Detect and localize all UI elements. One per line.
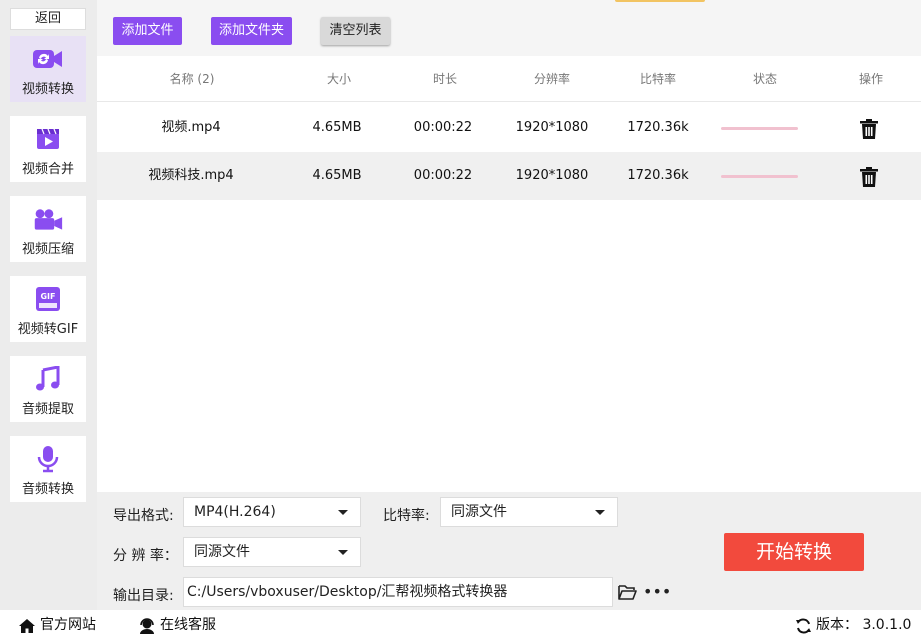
cell-duration: 00:00:22 <box>413 120 473 135</box>
sidebar-item-label: 音频提取 <box>21 402 74 417</box>
settings-panel: 导出格式: MP4(H.264) 比特率: 同源文件 分 辨 率： 同源文件 输… <box>97 492 921 610</box>
status-progress-bar <box>721 127 798 130</box>
cell-name: 视频科技.mp4 <box>148 168 234 183</box>
svg-text:GIF: GIF <box>40 292 55 301</box>
table-row[interactable]: 视频.mp4 4.65MB 00:00:22 1920*1080 1720.36… <box>97 104 921 152</box>
sidebar-item-label: 视频转换 <box>21 82 74 97</box>
cell-name: 视频.mp4 <box>161 120 221 135</box>
chevron-down-icon <box>338 510 348 515</box>
format-label: 导出格式: <box>113 508 174 524</box>
support-label: 在线客服 <box>160 617 216 633</box>
column-header-bitrate[interactable]: 比特率 <box>623 56 693 102</box>
resolution-select-value: 同源文件 <box>194 544 250 560</box>
sidebar-item-label: 视频合并 <box>21 162 74 177</box>
table-header: 名称 (2) 大小 时长 分辨率 比特率 状态 操作 <box>97 56 921 102</box>
app-window: 返回 视频转换 视频合并 视频压缩 GIF 视频转GIF 音频提取 音频转换 添… <box>0 0 921 641</box>
column-header-actions: 操作 <box>858 72 883 86</box>
refresh-icon <box>796 618 811 633</box>
gif-icon: GIF <box>33 286 63 312</box>
column-header-name[interactable]: 名称 (2) <box>142 56 242 102</box>
column-header-status: 状态 <box>752 72 777 86</box>
back-button[interactable]: 返回 <box>10 8 86 30</box>
sidebar-item-video-merge[interactable]: 视频合并 <box>10 116 86 182</box>
output-dir-label: 输出目录: <box>113 588 174 604</box>
cell-size: 4.65MB <box>312 168 362 183</box>
sidebar-item-label: 视频转GIF <box>17 322 79 337</box>
footer: 官方网站 在线客服 版本： 3.0.1.0 <box>0 610 921 641</box>
folder-open-icon[interactable] <box>618 584 637 604</box>
sidebar-item-audio-convert[interactable]: 音频转换 <box>10 436 86 502</box>
cell-bitrate: 1720.36k <box>627 120 689 135</box>
bitrate-label: 比特率: <box>383 508 430 524</box>
format-select-value: MP4(H.264) <box>194 504 276 520</box>
chevron-down-icon <box>595 510 605 515</box>
sidebar-item-audio-extract[interactable]: 音频提取 <box>10 356 86 422</box>
add-folder-button[interactable]: 添加文件夹 <box>211 17 292 45</box>
sidebar-item-label: 视频压缩 <box>21 242 74 257</box>
sidebar-item-label: 音频转换 <box>21 482 74 497</box>
bitrate-select-value: 同源文件 <box>451 504 507 520</box>
sidebar-item-video-convert[interactable]: 视频转换 <box>10 36 86 102</box>
column-header-duration[interactable]: 时长 <box>415 56 475 102</box>
column-header-size[interactable]: 大小 <box>309 56 369 102</box>
cell-size: 4.65MB <box>312 120 362 135</box>
trash-icon[interactable] <box>860 119 878 139</box>
trash-icon[interactable] <box>860 167 878 187</box>
video-convert-icon <box>33 46 63 72</box>
music-note-icon <box>33 366 63 392</box>
customer-service-icon <box>140 617 154 634</box>
cell-bitrate: 1720.36k <box>627 168 689 183</box>
microphone-icon <box>33 446 63 473</box>
top-accent-strip <box>615 0 705 2</box>
format-select[interactable]: MP4(H.264) <box>183 497 361 527</box>
sidebar-item-video-compress[interactable]: 视频压缩 <box>10 196 86 262</box>
video-compress-icon <box>33 206 63 232</box>
video-merge-icon <box>33 126 63 152</box>
version-info[interactable]: 版本： 3.0.1.0 <box>795 610 911 641</box>
chevron-down-icon <box>338 550 348 555</box>
support-link[interactable]: 在线客服 <box>138 610 216 641</box>
toolbar: 添加文件 添加文件夹 清空列表 <box>97 0 921 56</box>
status-progress-bar <box>721 175 798 178</box>
resolution-select[interactable]: 同源文件 <box>183 537 361 567</box>
version-label: 版本： 3.0.1.0 <box>816 617 912 633</box>
column-header-resolution[interactable]: 分辨率 <box>517 56 587 102</box>
table-row[interactable]: 视频科技.mp4 4.65MB 00:00:22 1920*1080 1720.… <box>97 152 921 200</box>
resolution-label: 分 辨 率： <box>113 548 178 564</box>
output-dir-input[interactable]: C:/Users/vboxuser/Desktop/汇帮视频格式转换器 <box>183 577 613 607</box>
cell-resolution: 1920*1080 <box>515 168 589 183</box>
website-label: 官方网站 <box>40 617 96 633</box>
sidebar: 返回 视频转换 视频合并 视频压缩 GIF 视频转GIF 音频提取 音频转换 <box>0 0 97 610</box>
clear-list-button[interactable]: 清空列表 <box>321 17 390 45</box>
bitrate-select[interactable]: 同源文件 <box>440 497 618 527</box>
home-icon <box>19 618 35 633</box>
cell-resolution: 1920*1080 <box>515 120 589 135</box>
cell-duration: 00:00:22 <box>413 168 473 183</box>
sidebar-item-video-gif[interactable]: GIF 视频转GIF <box>10 276 86 342</box>
website-link[interactable]: 官方网站 <box>18 610 96 641</box>
add-file-button[interactable]: 添加文件 <box>113 17 182 45</box>
more-options-icon[interactable]: ••• <box>643 584 671 600</box>
start-convert-button[interactable]: 开始转换 <box>724 533 864 571</box>
